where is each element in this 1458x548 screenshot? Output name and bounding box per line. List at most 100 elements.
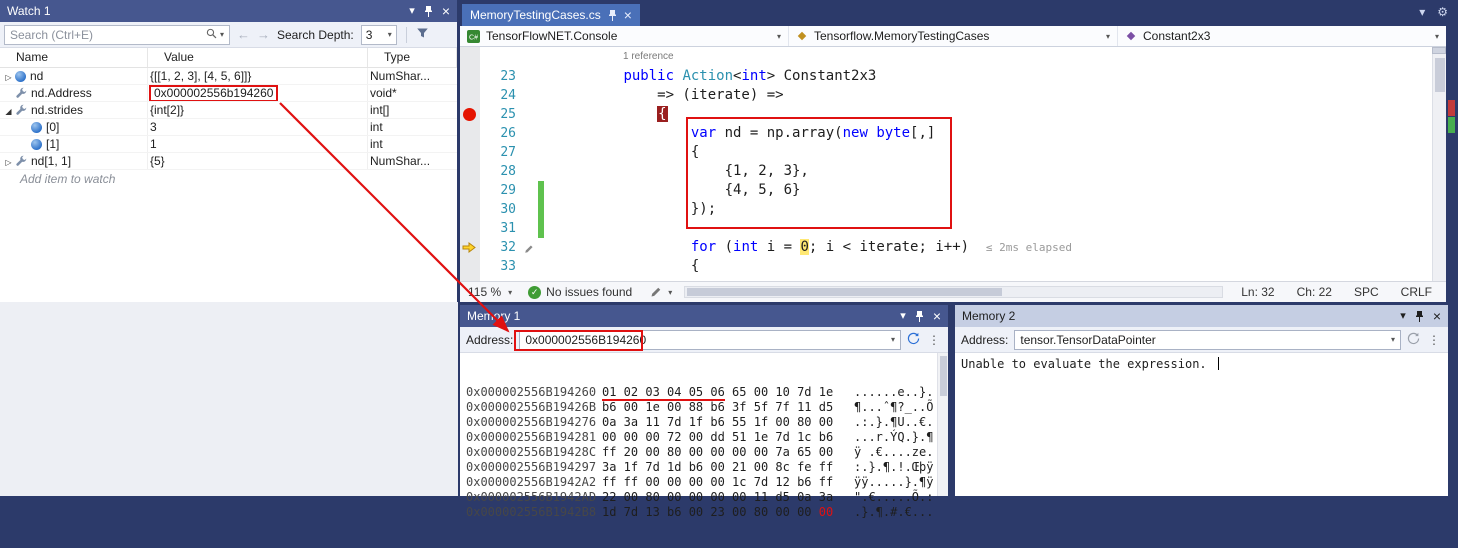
code-line[interactable]: 26 var nd = np.array(new byte[,] (460, 124, 1446, 143)
refresh-icon[interactable] (1407, 332, 1420, 348)
project-dropdown[interactable]: C# TensorFlowNET.Console ▾ (460, 26, 789, 46)
filter-icon[interactable] (416, 26, 429, 44)
chevron-down-icon[interactable]: ▾ (1391, 335, 1395, 344)
memory1-titlebar[interactable]: Memory 1 ▾ × (460, 305, 948, 327)
memory-row[interactable]: 0x000002556B1942AD22 00 80 00 00 00 00 1… (466, 490, 948, 505)
close-icon[interactable]: × (624, 8, 632, 22)
scrollbar-thumb[interactable] (1435, 58, 1445, 92)
column-header-name[interactable]: Name (0, 48, 148, 67)
code-line[interactable]: 31 (460, 219, 1446, 238)
code-area[interactable]: 1 reference 23 public Action<int> Consta… (460, 47, 1446, 281)
member-dropdown[interactable]: Constant2x3 ▾ (1118, 26, 1446, 46)
address-input[interactable] (1020, 333, 1388, 347)
breakpoint-margin[interactable] (460, 86, 480, 105)
memory-hex-view[interactable]: 0x000002556B19426001 02 03 04 05 06 65 0… (460, 353, 948, 548)
memory-row[interactable]: 0x000002556B19428100 00 00 72 00 dd 51 1… (466, 430, 948, 445)
window-position-icon[interactable]: ▾ (1400, 311, 1406, 322)
expand-toggle-icon[interactable]: ▷ (2, 70, 15, 84)
code-line[interactable]: 27 { (460, 143, 1446, 162)
window-position-icon[interactable]: ▾ (900, 311, 906, 322)
tab-memorytestingcases[interactable]: MemoryTestingCases.cs × (462, 4, 640, 26)
chevron-down-icon[interactable]: ▾ (220, 30, 224, 39)
breakpoint-margin[interactable] (460, 181, 480, 200)
close-icon[interactable]: × (442, 4, 450, 18)
code-line[interactable]: 30 }); (460, 200, 1446, 219)
scrollbar-thumb[interactable] (687, 288, 1002, 296)
scrollbar-splitter[interactable] (1432, 47, 1446, 54)
address-combo[interactable]: ▾ (519, 330, 901, 350)
line-number: 30 (480, 200, 524, 219)
memory2-message-area[interactable]: Unable to evaluate the expression. (955, 353, 1448, 496)
search-prev-icon[interactable]: ← (237, 27, 250, 42)
collapse-toggle-icon[interactable]: ◢ (2, 104, 15, 118)
watch-row[interactable]: ▷nd{[[1, 2, 3], [4, 5, 6]]}NumShar... (0, 68, 457, 85)
horizontal-scrollbar[interactable] (684, 286, 1223, 298)
close-icon[interactable]: × (933, 309, 941, 323)
refresh-icon[interactable] (907, 332, 920, 348)
breakpoint-margin[interactable] (460, 124, 480, 143)
address-input[interactable] (525, 333, 888, 347)
address-combo[interactable]: ▾ (1014, 330, 1401, 350)
codelens-references[interactable]: 1 reference (460, 51, 1446, 67)
code-line[interactable]: 24 => (iterate) => (460, 86, 1446, 105)
pin-icon[interactable] (915, 311, 924, 322)
window-position-icon[interactable]: ▾ (409, 6, 415, 17)
close-icon[interactable]: × (1433, 309, 1441, 323)
issues-indicator[interactable]: ✓No issues found (528, 285, 632, 299)
current-statement-icon[interactable] (460, 238, 480, 257)
toolbar-overflow-icon[interactable]: ⋮ (1426, 333, 1442, 347)
chevron-down-icon[interactable]: ▾ (891, 335, 895, 344)
watch-row[interactable]: nd.Address0x000002556b194260void* (0, 85, 457, 102)
code-line[interactable]: 23 public Action<int> Constant2x3 (460, 67, 1446, 86)
memory-row[interactable]: 0x000002556B19426Bb6 00 1e 00 88 b6 3f 5… (466, 400, 948, 415)
pin-icon[interactable] (424, 6, 433, 17)
memory-row[interactable]: 0x000002556B1942760a 3a 11 7d 1f b6 55 1… (466, 415, 948, 430)
add-watch-item[interactable]: Add item to watch (0, 170, 457, 186)
zoom-control[interactable]: 115 %▾ (468, 285, 512, 299)
memory2-titlebar[interactable]: Memory 2 ▾ × (955, 305, 1448, 327)
gear-icon[interactable]: ⚙ (1437, 5, 1448, 19)
memory-ascii: .:.}.¶U..€. (854, 415, 933, 429)
memory-row[interactable]: 0x000002556B1942A2ff ff 00 00 00 00 1c 7… (466, 475, 948, 490)
search-next-icon[interactable]: → (257, 27, 270, 42)
code-cleanup-button[interactable]: ▾ (650, 286, 672, 298)
memory-row[interactable]: 0x000002556B1942B81d 7d 13 b6 00 23 00 8… (466, 505, 948, 520)
column-header-type[interactable]: Type (368, 48, 457, 67)
memory-row[interactable]: 0x000002556B19428Cff 20 00 80 00 00 00 0… (466, 445, 948, 460)
breakpoint-margin[interactable] (460, 200, 480, 219)
code-line[interactable]: 33 { (460, 257, 1446, 276)
type-dropdown[interactable]: Tensorflow.MemoryTestingCases ▾ (789, 26, 1118, 46)
toolbar-overflow-icon[interactable]: ⋮ (926, 333, 942, 347)
editor-vertical-scrollbar[interactable] (1432, 54, 1446, 281)
breakpoint-margin[interactable] (460, 257, 480, 276)
watch-name: [1] (46, 137, 59, 151)
watch-titlebar[interactable]: Watch 1 ▾ × (0, 0, 457, 22)
watch-row[interactable]: [0]3int (0, 119, 457, 136)
memory-row[interactable]: 0x000002556B19426001 02 03 04 05 06 65 0… (466, 385, 948, 400)
search-icon[interactable] (206, 26, 217, 44)
code-line[interactable]: 32 for (int i = 0; i < iterate; i++) ≤ 2… (460, 238, 1446, 257)
search-input[interactable] (10, 28, 206, 42)
memory1-scrollbar[interactable] (937, 353, 948, 496)
search-depth-select[interactable]: 3 ▾ (361, 25, 397, 45)
breakpoint-margin[interactable] (460, 162, 480, 181)
scrollbar-thumb[interactable] (940, 356, 947, 396)
chevron-down-icon[interactable]: ▾ (1419, 5, 1425, 19)
code-line[interactable]: 29 {4, 5, 6} (460, 181, 1446, 200)
search-input-box[interactable]: ▾ (4, 25, 230, 45)
breakpoint-margin[interactable] (460, 219, 480, 238)
breakpoint-margin[interactable] (460, 143, 480, 162)
memory-row[interactable]: 0x000002556B1942973a 1f 7d 1d b6 00 21 0… (466, 460, 948, 475)
watch-row[interactable]: ▷nd[1, 1]{5}NumShar... (0, 153, 457, 170)
watch-search-bar: ▾ ← → Search Depth: 3 ▾ (0, 22, 457, 48)
code-line[interactable]: 28 {1, 2, 3}, (460, 162, 1446, 181)
breakpoint-icon[interactable] (460, 105, 480, 124)
watch-row[interactable]: ◢nd.strides{int[2]}int[] (0, 102, 457, 119)
column-header-value[interactable]: Value (148, 48, 368, 67)
breakpoint-margin[interactable] (460, 67, 480, 86)
pin-icon[interactable] (608, 10, 617, 21)
watch-row[interactable]: [1]1int (0, 136, 457, 153)
pin-icon[interactable] (1415, 311, 1424, 322)
code-line[interactable]: 25 { (460, 105, 1446, 124)
expand-toggle-icon[interactable]: ▷ (2, 155, 15, 169)
